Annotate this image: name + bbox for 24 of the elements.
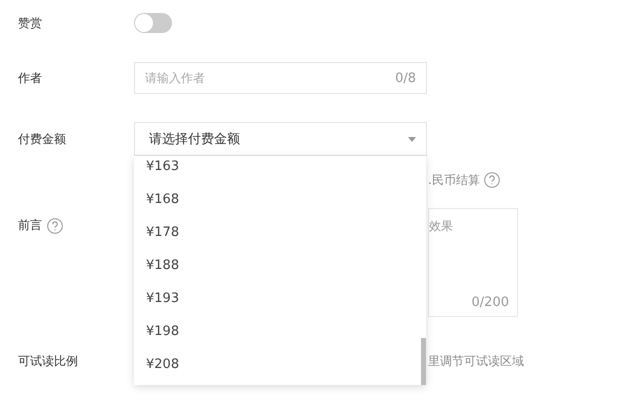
placeholder-text: 请输入作者 (145, 70, 206, 86)
placeholder-text: 效果 (429, 218, 453, 235)
hint-text: .民币结算 (428, 172, 480, 188)
field-label: 可试读比例 (17, 352, 79, 370)
dropdown-option[interactable]: ¥163 (134, 156, 420, 183)
dropdown-option[interactable]: ¥198 (134, 315, 420, 348)
help-icon[interactable] (47, 218, 63, 234)
dropdown-option[interactable]: ¥178 (134, 216, 420, 249)
char-count: 0/200 (472, 295, 509, 310)
char-count: 0/8 (395, 70, 416, 86)
dropdown-option[interactable]: ¥168 (134, 183, 420, 216)
hint-text: 里调节可试读区域 (428, 352, 524, 370)
field-label: 赞赏 (17, 14, 43, 32)
dropdown-option[interactable]: ¥193 (134, 282, 420, 315)
caret-icon (408, 136, 416, 142)
dropdown-option[interactable]: ¥208 (134, 348, 420, 381)
field-label: 付费金额 (17, 130, 67, 148)
select-field[interactable]: 请选择付费金额 (134, 122, 427, 156)
dropdown-option[interactable]: ¥188 (134, 249, 420, 282)
scrollbar-thumb[interactable] (421, 338, 426, 385)
help-icon[interactable] (484, 172, 500, 188)
toggle-switch[interactable] (134, 13, 172, 33)
field-label: 前言 (18, 217, 42, 234)
field-label: 作者 (17, 70, 43, 86)
